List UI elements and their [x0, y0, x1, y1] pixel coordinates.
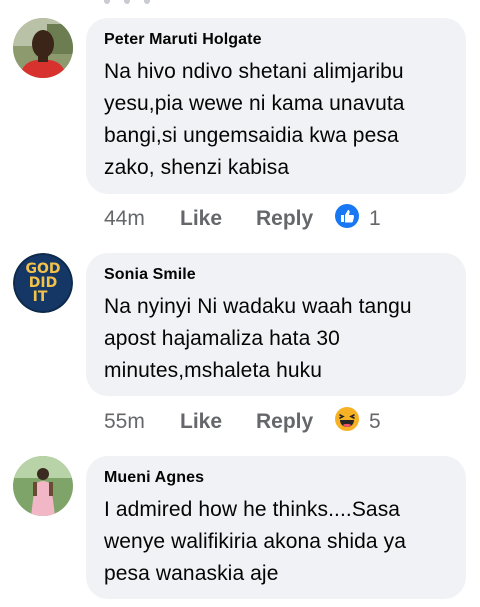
- like-button[interactable]: Like: [180, 410, 256, 434]
- comment-author[interactable]: Mueni Agnes: [104, 468, 450, 488]
- like-icon: [335, 204, 359, 234]
- svg-text:IT: IT: [33, 289, 48, 305]
- like-button[interactable]: Like: [180, 207, 256, 231]
- comment-bubble: Mueni Agnes I admired how he thinks....S…: [86, 456, 466, 599]
- comment-actions: 55m Like Reply 5: [104, 407, 381, 437]
- comment-text: Na nyinyi Ni wadaku waah tangu apost haj…: [104, 295, 412, 382]
- comment-author[interactable]: Sonia Smile: [104, 265, 450, 285]
- reply-button[interactable]: Reply: [256, 410, 335, 434]
- comment-bubble: Peter Maruti Holgate Na hivo ndivo sheta…: [86, 18, 466, 194]
- avatar[interactable]: [13, 456, 73, 516]
- reply-button[interactable]: Reply: [256, 207, 335, 231]
- comment-actions: 44m Like Reply 1: [104, 204, 381, 234]
- avatar[interactable]: GOD DID IT: [13, 253, 73, 313]
- comment-timestamp[interactable]: 55m: [104, 410, 180, 434]
- comment-author[interactable]: Peter Maruti Holgate: [104, 30, 450, 50]
- reaction-count: 5: [369, 410, 381, 433]
- reaction-count: 1: [369, 207, 381, 230]
- comment-text: Na hivo ndivo shetani alimjaribu yesu,pi…: [104, 60, 405, 179]
- comment-timestamp[interactable]: 44m: [104, 207, 180, 231]
- haha-icon: [335, 407, 359, 437]
- avatar[interactable]: [13, 18, 73, 78]
- previous-comment-edge: [104, 0, 164, 6]
- reaction-summary[interactable]: 1: [335, 204, 381, 234]
- reaction-summary[interactable]: 5: [335, 407, 381, 437]
- comment-text: I admired how he thinks....Sasa wenye wa…: [104, 498, 407, 585]
- comment-bubble: Sonia Smile Na nyinyi Ni wadaku waah tan…: [86, 253, 466, 396]
